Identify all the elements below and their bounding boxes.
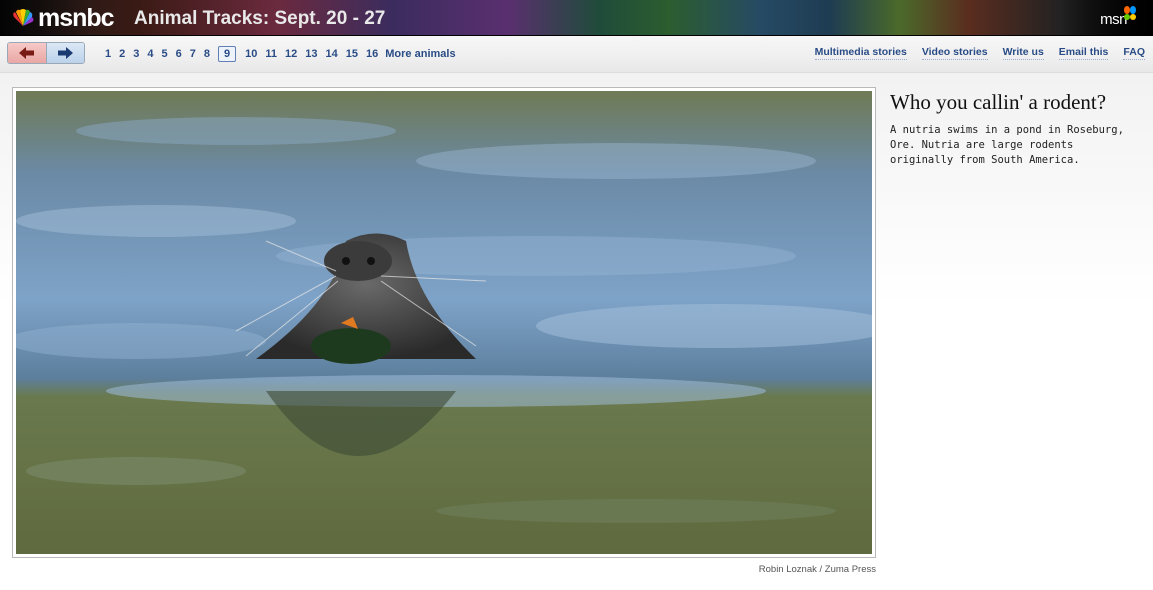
- page-link-6[interactable]: 6: [176, 47, 182, 61]
- gallery-title: Animal Tracks: Sept. 20 - 27: [134, 8, 386, 29]
- page-link-1[interactable]: 1: [105, 47, 111, 61]
- page-link-7[interactable]: 7: [190, 47, 196, 61]
- write-us-link[interactable]: Write us: [1002, 46, 1044, 60]
- msn-butterfly-icon: [1124, 6, 1136, 20]
- nbc-peacock-icon: [13, 9, 34, 26]
- page-link-14[interactable]: 14: [326, 47, 338, 61]
- multimedia-stories-link[interactable]: Multimedia stories: [814, 46, 907, 60]
- page-link-2[interactable]: 2: [119, 47, 125, 61]
- slide-content: Robin Loznak / Zuma Press Who you callin…: [0, 73, 1153, 590]
- more-animals-link[interactable]: More animals: [385, 48, 455, 60]
- faq-link[interactable]: FAQ: [1123, 46, 1145, 60]
- page-link-10[interactable]: 10: [245, 47, 257, 61]
- page-link-3[interactable]: 3: [133, 47, 139, 61]
- page-link-13[interactable]: 13: [305, 47, 317, 61]
- page-link-current[interactable]: 9: [218, 46, 237, 62]
- page-link-12[interactable]: 12: [285, 47, 297, 61]
- slide-caption: A nutria swims in a pond in Roseburg, Or…: [890, 124, 1124, 166]
- msn-logo[interactable]: msn: [1100, 6, 1137, 31]
- photo-frame: [12, 87, 876, 558]
- next-button[interactable]: [46, 43, 84, 63]
- page-list: 1 2 3 4 5 6 7 8 9 10 11 12 13 14 15 16 M…: [105, 46, 456, 62]
- page-link-11[interactable]: 11: [265, 47, 277, 61]
- nutria-photo: [16, 91, 872, 554]
- page-link-4[interactable]: 4: [147, 47, 153, 61]
- slide-headline: Who you callin' a rodent?: [890, 90, 1107, 114]
- page-link-8[interactable]: 8: [204, 47, 210, 61]
- page-link-5[interactable]: 5: [162, 47, 168, 61]
- prev-next-control: [7, 42, 85, 64]
- page-link-16[interactable]: 16: [366, 47, 378, 61]
- arrow-left-icon: [18, 47, 34, 59]
- brand-logo[interactable]: msnbc: [38, 2, 115, 34]
- utility-links: Multimedia stories Video stories Write u…: [800, 46, 1145, 60]
- header-banner: msnbc Animal Tracks: Sept. 20 - 27 msn: [0, 0, 1153, 36]
- slideshow-nav: 1 2 3 4 5 6 7 8 9 10 11 12 13 14 15 16 M…: [0, 36, 1153, 73]
- photo-credit: Robin Loznak / Zuma Press: [758, 564, 876, 575]
- previous-button[interactable]: [8, 43, 47, 63]
- arrow-right-icon: [58, 47, 74, 59]
- email-this-link[interactable]: Email this: [1058, 46, 1109, 60]
- video-stories-link[interactable]: Video stories: [921, 46, 988, 60]
- page-link-15[interactable]: 15: [346, 47, 358, 61]
